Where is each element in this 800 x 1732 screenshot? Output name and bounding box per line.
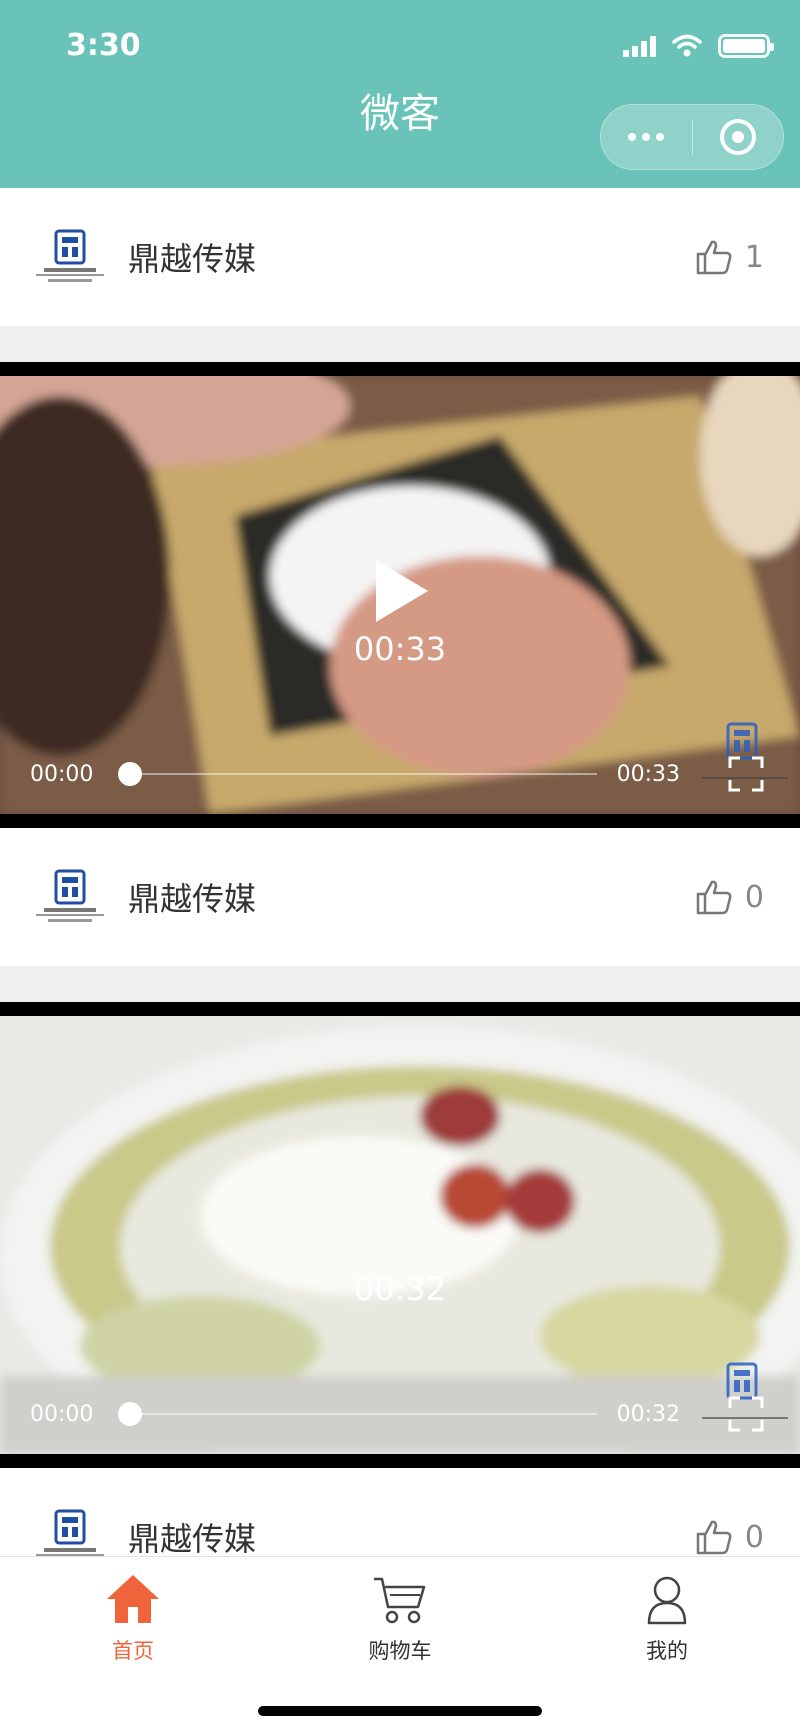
- author-name: 鼎越传媒: [128, 880, 257, 918]
- video-duration-center: 00:32: [353, 1270, 447, 1308]
- total-time: 00:32: [616, 1401, 680, 1427]
- total-time: 00:33: [616, 761, 680, 787]
- current-time: 00:00: [30, 1401, 94, 1427]
- home-icon: [107, 1575, 159, 1623]
- close-capsule-icon[interactable]: [693, 105, 784, 169]
- author-name: 鼎越传媒: [128, 240, 257, 278]
- status-time: 3:30: [66, 28, 141, 63]
- fullscreen-icon[interactable]: [728, 756, 764, 792]
- brand-logo-icon: [36, 869, 104, 922]
- seek-knob[interactable]: [118, 762, 142, 786]
- thumbs-up-icon: [696, 1520, 732, 1555]
- tab-home[interactable]: 首页: [33, 1573, 233, 1665]
- like-count: 0: [744, 879, 764, 915]
- cart-icon: [374, 1577, 426, 1624]
- seek-bar[interactable]: [118, 1402, 597, 1426]
- fullscreen-icon[interactable]: [728, 1396, 764, 1432]
- seek-bar[interactable]: [118, 762, 597, 786]
- tab-home-label: 首页: [112, 1639, 154, 1663]
- video-progress: 00:00 00:33: [30, 761, 680, 787]
- home-indicator: [258, 1706, 542, 1716]
- like-count: 0: [744, 1519, 764, 1555]
- app-header: 3:30 微客: [0, 0, 800, 188]
- play-icon[interactable]: [376, 560, 428, 622]
- post-separator: [0, 966, 800, 1002]
- seek-knob[interactable]: [118, 1402, 142, 1426]
- post-author-row[interactable]: 鼎越传媒 0: [0, 828, 800, 966]
- like-button[interactable]: 1: [695, 238, 764, 276]
- wifi-icon: [672, 34, 702, 57]
- video-player[interactable]: 00:33 00:00 00:33: [0, 362, 800, 828]
- author-name: 鼎越传媒: [128, 1520, 257, 1558]
- tab-mine[interactable]: 我的: [567, 1573, 767, 1665]
- like-button[interactable]: 0: [695, 1518, 764, 1556]
- status-icons: [623, 34, 774, 58]
- video-thumbnail: [0, 1016, 800, 1454]
- tab-cart-label: 购物车: [368, 1639, 432, 1663]
- thumbs-up-icon: [696, 880, 732, 915]
- video-duration-center: 00:33: [353, 630, 447, 668]
- more-icon[interactable]: [601, 105, 692, 169]
- signal-icon: [623, 35, 656, 57]
- user-icon: [647, 1576, 687, 1625]
- post-separator: [0, 326, 800, 362]
- current-time: 00:00: [30, 761, 94, 787]
- feed: 鼎越传媒 1 00:33 00:00 00:33 鼎越传媒 0 00:32 00…: [0, 188, 800, 1606]
- tab-mine-label: 我的: [646, 1639, 688, 1663]
- like-button[interactable]: 0: [695, 878, 764, 916]
- video-progress: 00:00 00:32: [30, 1401, 680, 1427]
- tab-cart[interactable]: 购物车: [300, 1573, 500, 1665]
- battery-icon: [718, 34, 774, 58]
- video-player[interactable]: 00:32 00:00 00:32: [0, 1002, 800, 1468]
- brand-logo-icon: [36, 229, 104, 282]
- thumbs-up-icon: [696, 240, 732, 275]
- post-author-row[interactable]: 鼎越传媒 1: [0, 188, 800, 326]
- mini-program-capsule: [600, 104, 784, 170]
- like-count: 1: [744, 239, 764, 275]
